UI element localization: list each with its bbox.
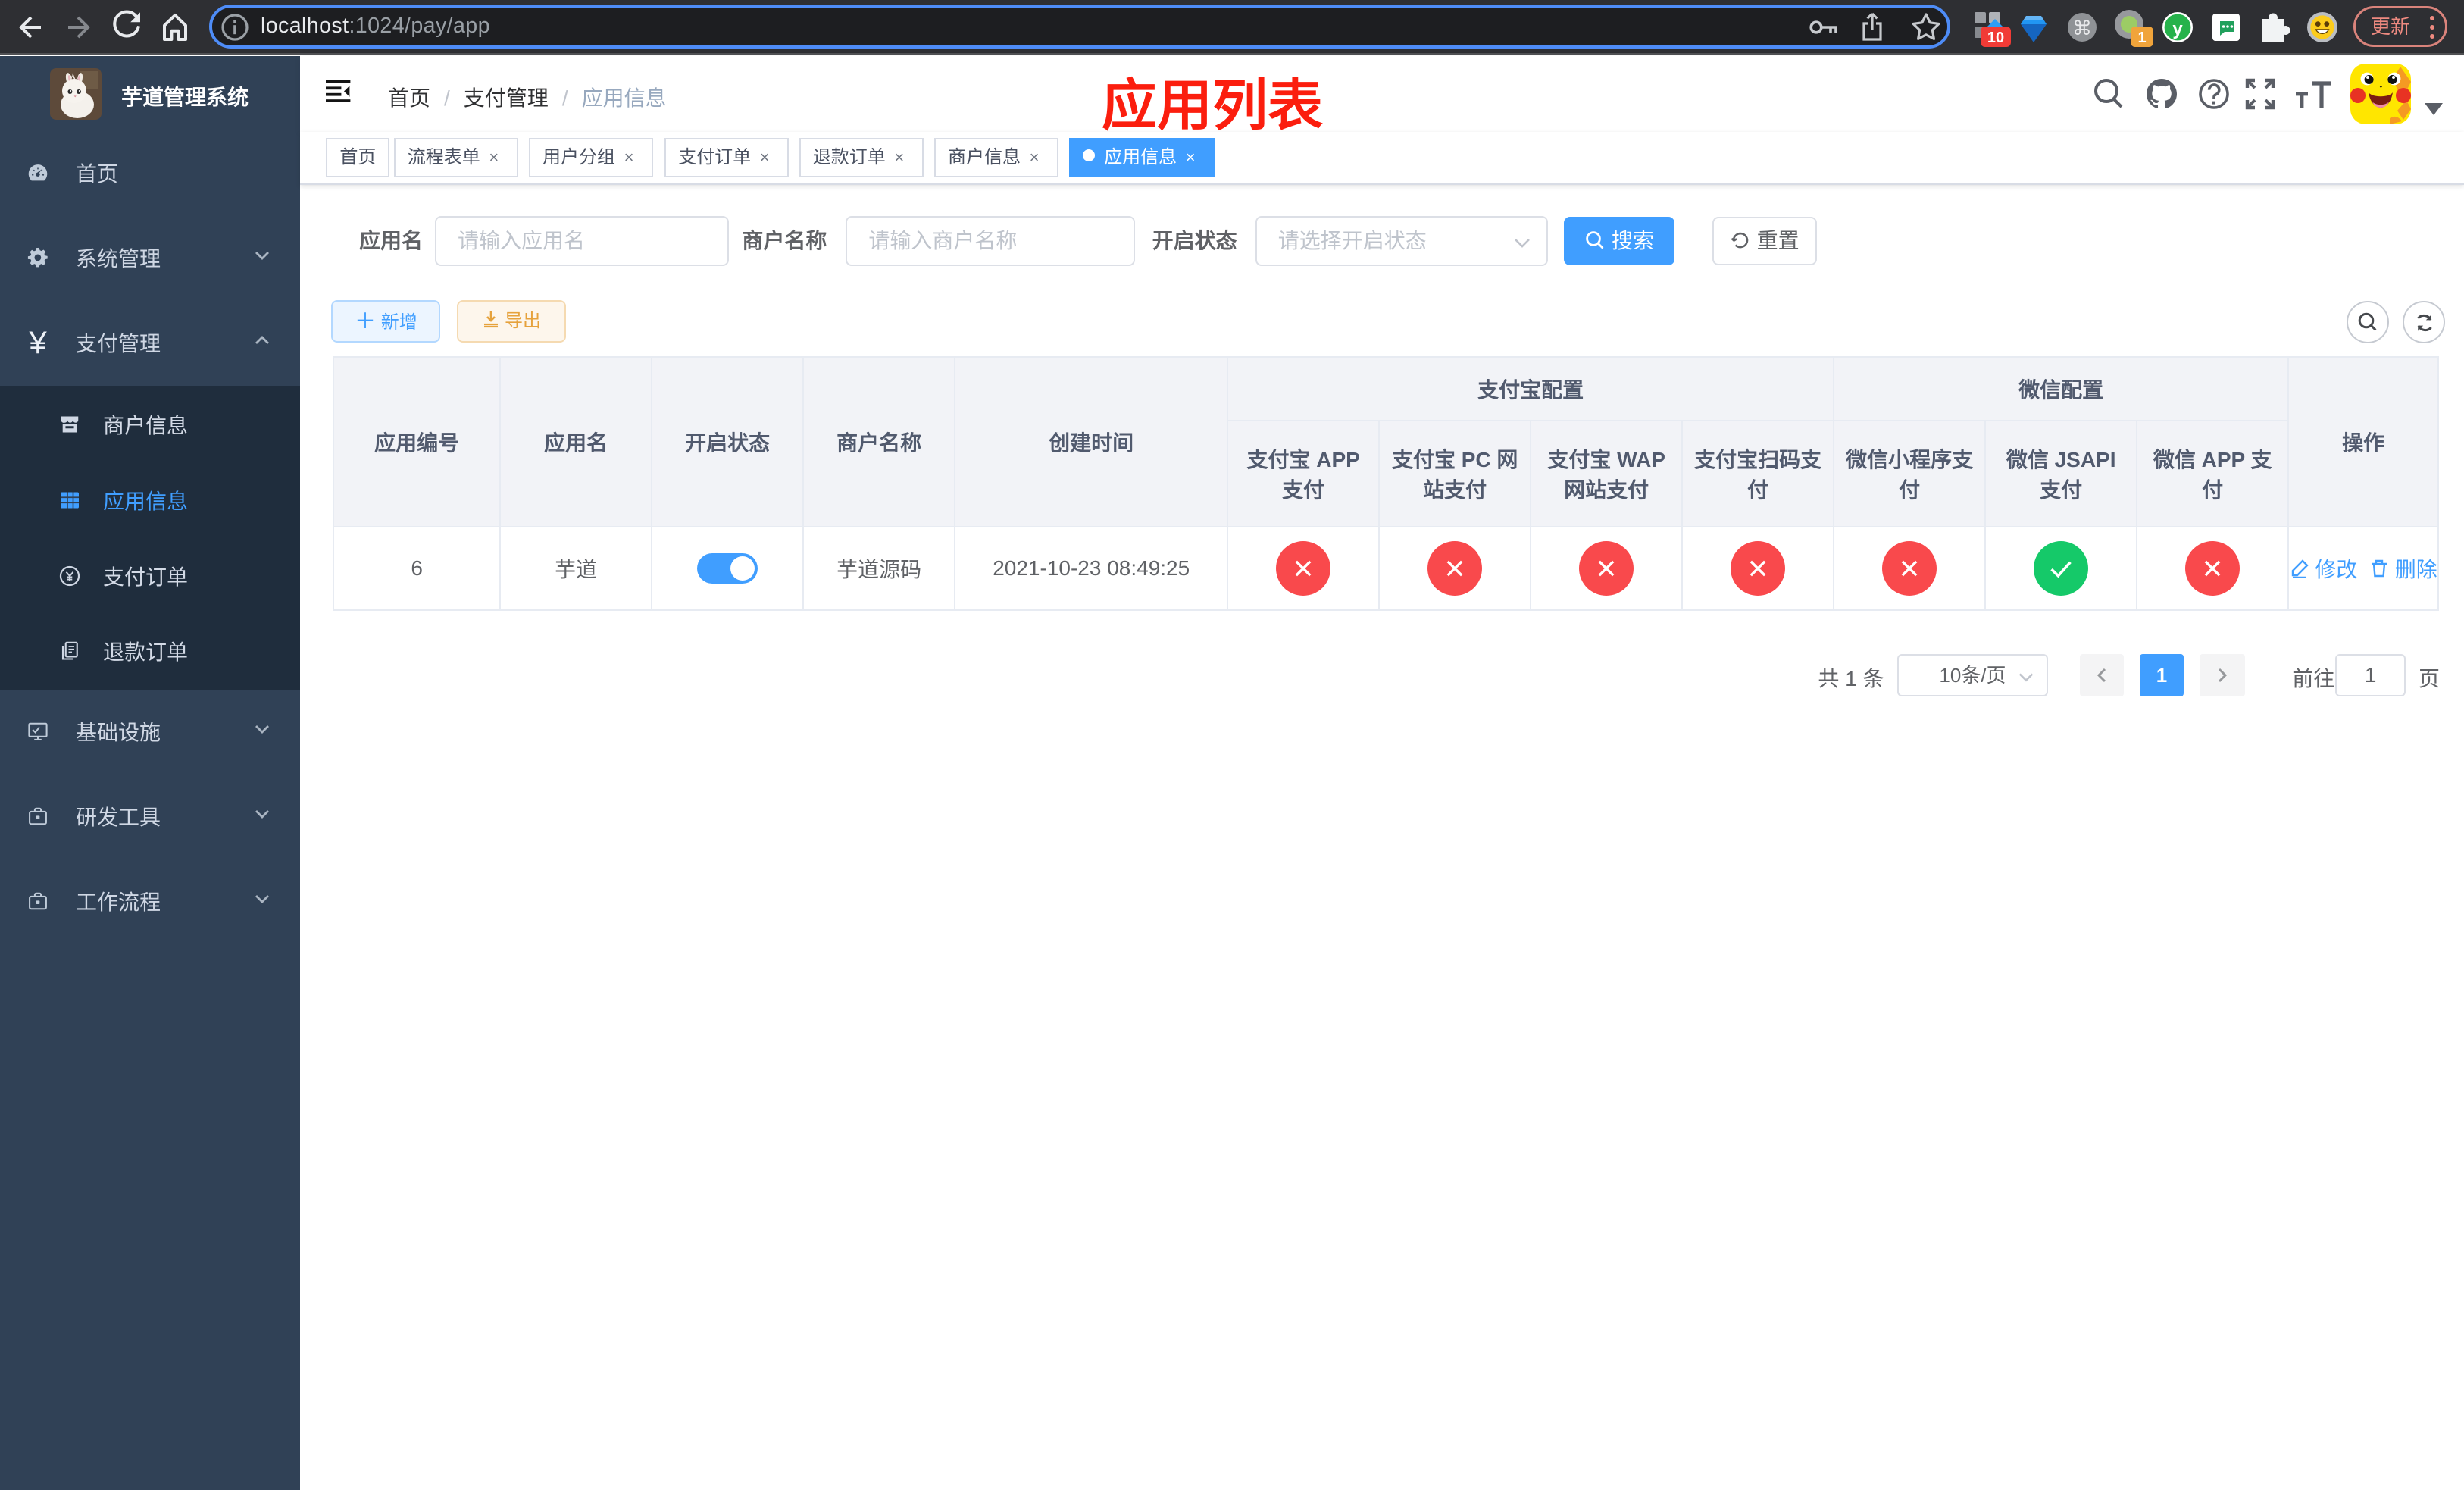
svg-text:10: 10 [1987,30,2004,46]
svg-text:y: y [2172,19,2183,39]
svg-text:1: 1 [2137,30,2146,46]
svg-text:⌘: ⌘ [2072,17,2092,39]
